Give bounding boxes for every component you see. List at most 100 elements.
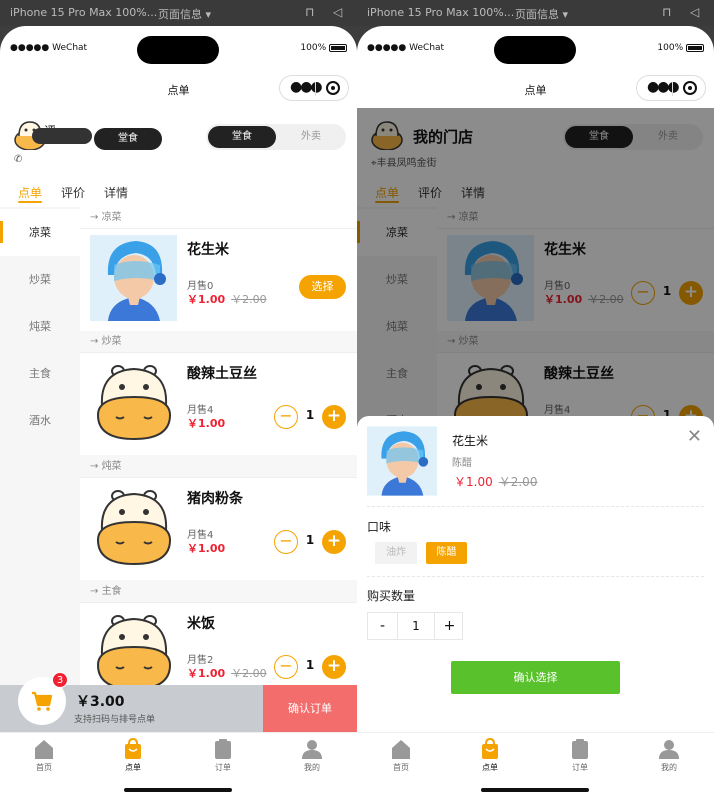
- spec-selection-sheet: 花生米 陈醋 ￥1.00 ￥2.00 ✕ 口味 油炸 陈醋 购买数量 - 1 + …: [357, 416, 714, 732]
- product-name: 猪肉粉条: [187, 491, 243, 507]
- product-name: 花生米: [452, 434, 489, 448]
- product-image[interactable]: [90, 484, 177, 570]
- quantity-label: 购买数量: [367, 589, 416, 603]
- quantity-stepper: − 1 +: [274, 655, 346, 679]
- product-image[interactable]: [90, 609, 177, 695]
- quantity-stepper: − 1 +: [274, 530, 346, 554]
- cart-count-badge: 3: [52, 672, 68, 688]
- battery-icon: [686, 43, 704, 52]
- sidebar-item-zhushi[interactable]: 主食: [0, 350, 80, 397]
- device-selector[interactable]: iPhone 15 Pro Max 100%...: [10, 6, 157, 19]
- shop-name-redaction: [32, 128, 92, 144]
- select-spec-button[interactable]: 选择: [299, 275, 346, 299]
- product-item: 猪肉粉条 月售4 ￥1.00 − 1 +: [80, 478, 357, 580]
- quantity-value: 1: [305, 408, 315, 422]
- plus-button[interactable]: +: [434, 613, 464, 639]
- monthly-sales: 月售2: [187, 655, 214, 666]
- device-selector[interactable]: iPhone 15 Pro Max 100%...: [367, 6, 514, 19]
- sidebar-item-liangcai[interactable]: 凉菜: [0, 209, 80, 256]
- section-header: → 炒菜: [80, 331, 357, 353]
- close-program-icon[interactable]: [683, 81, 697, 95]
- product-price: ￥1.00 ￥2.00: [454, 475, 538, 489]
- product-image[interactable]: [90, 235, 177, 321]
- pin-icon[interactable]: ⊓: [305, 5, 314, 19]
- plus-button[interactable]: +: [322, 530, 346, 554]
- product-item: 花生米 月售0 ￥1.00 ￥2.00 选择: [80, 229, 357, 331]
- original-price: ￥2.00: [498, 475, 538, 489]
- minus-button[interactable]: −: [274, 655, 298, 679]
- page-info-menu[interactable]: 页面信息 ▾: [515, 6, 568, 22]
- tabbar-orders[interactable]: 订单: [550, 738, 610, 773]
- sidebar-item-chaocai[interactable]: 炒菜: [0, 256, 80, 303]
- shopping-bag-icon: [125, 738, 141, 759]
- home-icon: [392, 740, 410, 759]
- cart-hint: 支持扫码与排号点单: [74, 715, 156, 725]
- tab-detail[interactable]: 详情: [104, 184, 128, 201]
- tabbar-home[interactable]: 首页: [371, 738, 431, 773]
- product-price: ￥1.00: [187, 542, 226, 555]
- tabbar-home[interactable]: 首页: [14, 738, 74, 773]
- monthly-sales: 月售0: [187, 281, 214, 292]
- original-price: ￥2.00: [231, 293, 267, 306]
- mini-program-capsule[interactable]: ●●●: [279, 75, 349, 101]
- original-price: ￥2.00: [231, 667, 267, 680]
- product-image[interactable]: [90, 359, 177, 445]
- cart-button[interactable]: 3: [18, 672, 68, 725]
- quantity-stepper: - 1 +: [367, 612, 463, 640]
- minus-button[interactable]: −: [274, 530, 298, 554]
- devtools-bar: iPhone 15 Pro Max 100%... 页面信息 ▾ ⊓ ◁ iPh…: [0, 0, 714, 26]
- more-icon[interactable]: ●●●: [647, 79, 680, 95]
- dining-mode-toggle[interactable]: 堂食 外卖: [206, 124, 346, 150]
- divider: [367, 576, 704, 577]
- selected-option: 陈醋: [452, 458, 472, 469]
- monthly-sales: 月售4: [187, 405, 214, 416]
- sidebar-item-jiushui[interactable]: 酒水: [0, 397, 80, 444]
- phone-icon[interactable]: ✆: [14, 154, 22, 165]
- shopping-bag-icon: [482, 738, 498, 759]
- signal-indicator: ●●●●● WeChat: [367, 43, 445, 53]
- close-icon[interactable]: ✕: [687, 426, 702, 447]
- tab-order[interactable]: 点单: [18, 184, 42, 201]
- plus-button[interactable]: +: [322, 655, 346, 679]
- mini-program-capsule[interactable]: ●●●: [636, 75, 706, 101]
- tab-review[interactable]: 评价: [61, 184, 85, 201]
- speaker-icon[interactable]: ◁: [690, 5, 699, 19]
- user-icon: [302, 740, 322, 759]
- confirm-order-button[interactable]: 确认订单: [263, 685, 357, 732]
- minus-button[interactable]: -: [368, 613, 398, 639]
- flavor-option-fried[interactable]: 油炸: [375, 542, 417, 564]
- tabbar-mine[interactable]: 我的: [639, 738, 699, 773]
- takeout-option[interactable]: 外卖: [278, 126, 344, 148]
- signal-indicator: ●●●●● WeChat: [10, 43, 88, 53]
- confirm-selection-button[interactable]: 确认选择: [451, 661, 620, 694]
- speaker-icon[interactable]: ◁: [333, 5, 342, 19]
- minus-button[interactable]: −: [274, 405, 298, 429]
- cart-bar: 3 ￥3.00 支持扫码与排号点单 确认订单: [0, 672, 357, 732]
- nav-bar: 点单 ●●●: [357, 72, 714, 108]
- phone-right: ●●●●● WeChat 100% 点单 ●●● 我的门店 ⌖丰县凤鸣金街 堂食…: [357, 26, 714, 800]
- product-price: ￥1.00 ￥2.00: [187, 667, 267, 680]
- tabbar-orders[interactable]: 订单: [193, 738, 253, 773]
- home-indicator: [124, 788, 232, 792]
- product-name: 酸辣土豆丝: [187, 366, 257, 382]
- cart-icon: [32, 691, 53, 711]
- sidebar-item-duncai[interactable]: 炖菜: [0, 303, 80, 350]
- pin-icon[interactable]: ⊓: [662, 5, 671, 19]
- dine-in-option[interactable]: 堂食: [208, 126, 276, 148]
- cart-total: ￥3.00: [76, 694, 125, 710]
- close-program-icon[interactable]: [326, 81, 340, 95]
- flavor-option-vinegar[interactable]: 陈醋: [426, 542, 467, 564]
- quantity-value[interactable]: 1: [398, 613, 434, 639]
- product-price: ￥1.00 ￥2.00: [187, 293, 267, 306]
- tabbar-mine[interactable]: 我的: [282, 738, 342, 773]
- tabbar-order[interactable]: 点单: [103, 738, 163, 773]
- product-list: → 凉菜 花生米 月售0 ￥1.00 ￥2.00 选择 → 炒菜 酸辣土豆丝 月售…: [80, 207, 357, 707]
- product-price: ￥1.00: [187, 417, 226, 430]
- plus-button[interactable]: +: [322, 405, 346, 429]
- tabbar-order[interactable]: 点单: [460, 738, 520, 773]
- page-info-menu[interactable]: 页面信息 ▾: [158, 6, 211, 22]
- quantity-stepper: − 1 +: [274, 405, 346, 429]
- more-icon[interactable]: ●●●: [290, 79, 323, 95]
- monthly-sales: 月售4: [187, 530, 214, 541]
- dine-in-badge: 堂食: [94, 128, 162, 150]
